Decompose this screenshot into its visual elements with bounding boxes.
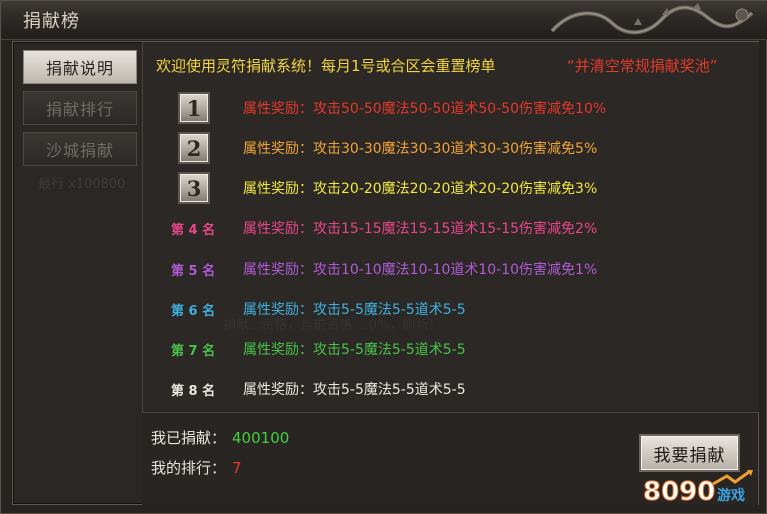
reward-row: 第 8 名 属性奖励：攻击5-5魔法5-5道术5-5	[161, 373, 721, 407]
pool-reset-note: “并清空常规捐献奖池”	[567, 57, 718, 75]
rank-label: 我的排行：	[151, 459, 227, 477]
my-rank: 我的排行： 7	[151, 457, 242, 478]
rank-label: 第 5 名	[171, 264, 216, 279]
reward-row: 第 7 名 属性奖励：攻击5-5魔法5-5道术5-5	[161, 333, 721, 367]
reward-row: 1 属性奖励：攻击50-50魔法50-50道术50-50伤害减免10%	[161, 92, 721, 126]
rank-medal-icon: 2	[178, 132, 210, 164]
rank-label: 第 8 名	[171, 384, 216, 399]
reward-row: 第 6 名 属性奖励：攻击5-5魔法5-5道术5-5	[161, 293, 721, 327]
rank-value: 7	[232, 459, 242, 477]
rank-label: 第 4 名	[171, 223, 216, 238]
reward-text: 属性奖励：攻击30-30魔法30-30道术30-30伤害减免5%	[243, 141, 598, 157]
rank-medal-icon: 3	[178, 172, 210, 204]
donate-button-label: 我要捐献	[653, 445, 726, 466]
reward-row: 3 属性奖励：攻击20-20魔法20-20道术20-20伤害减免3%	[161, 172, 721, 206]
reward-text: 属性奖励：攻击15-15魔法15-15道术15-15伤害减免2%	[243, 221, 598, 237]
window-title: 捐献榜	[23, 11, 80, 32]
welcome-message: 欢迎使用灵符捐献系统！每月1号或合区会重置榜单	[156, 57, 496, 75]
sidebar-item-label: 捐献说明	[45, 59, 114, 78]
logo-brand: 8090	[643, 477, 715, 507]
sidebar-item-label: 沙城捐献	[45, 141, 114, 160]
faint-background-text: 最行 x100800	[38, 177, 126, 192]
reward-row: 第 4 名 属性奖励：攻击15-15魔法15-15道术15-15伤害减免2%	[161, 212, 721, 246]
sidebar-item-label: 捐献排行	[45, 100, 114, 119]
dragon-ornament-icon	[550, 3, 754, 35]
donated-value: 400100	[232, 429, 290, 447]
reward-row: 第 5 名 属性奖励：攻击10-10魔法10-10道术10-10伤害减免1%	[161, 253, 721, 287]
site-logo-icon: 8090 游戏	[643, 470, 753, 508]
reward-text: 属性奖励：攻击5-5魔法5-5道术5-5	[243, 342, 466, 358]
donated-amount: 我已捐献： 400100	[151, 427, 289, 448]
reward-text: 属性奖励：攻击20-20魔法20-20道术20-20伤害减免3%	[243, 181, 598, 197]
sidebar-item-donation-info[interactable]: 捐献说明	[23, 50, 137, 84]
reward-text: 属性奖励：攻击50-50魔法50-50道术50-50伤害减免10%	[243, 101, 607, 117]
rank-label: 第 7 名	[171, 344, 216, 359]
donation-ranking-window: 捐献榜 捐献说明 捐献排行 沙城捐献 最行 x100800 欢迎使用灵符捐献系统…	[0, 0, 767, 514]
reward-row: 2 属性奖励：攻击30-30魔法30-30道术30-30伤害减免5%	[161, 132, 721, 166]
rank-label: 第 6 名	[171, 304, 216, 319]
reward-text: 属性奖励：攻击5-5魔法5-5道术5-5	[243, 302, 466, 318]
sidebar-item-castle-donation[interactable]: 沙城捐献	[23, 132, 137, 166]
reward-text: 属性奖励：攻击5-5魔法5-5道术5-5	[243, 382, 466, 398]
sidebar-item-donation-ranking[interactable]: 捐献排行	[23, 91, 137, 125]
donated-label: 我已捐献：	[151, 429, 227, 447]
rank-medal-icon: 1	[178, 92, 210, 124]
reward-text: 属性奖励：攻击10-10魔法10-10道术10-10伤害减免1%	[243, 262, 598, 278]
title-bar[interactable]: 捐献榜	[1, 1, 767, 40]
logo-tag: 游戏	[717, 487, 745, 504]
